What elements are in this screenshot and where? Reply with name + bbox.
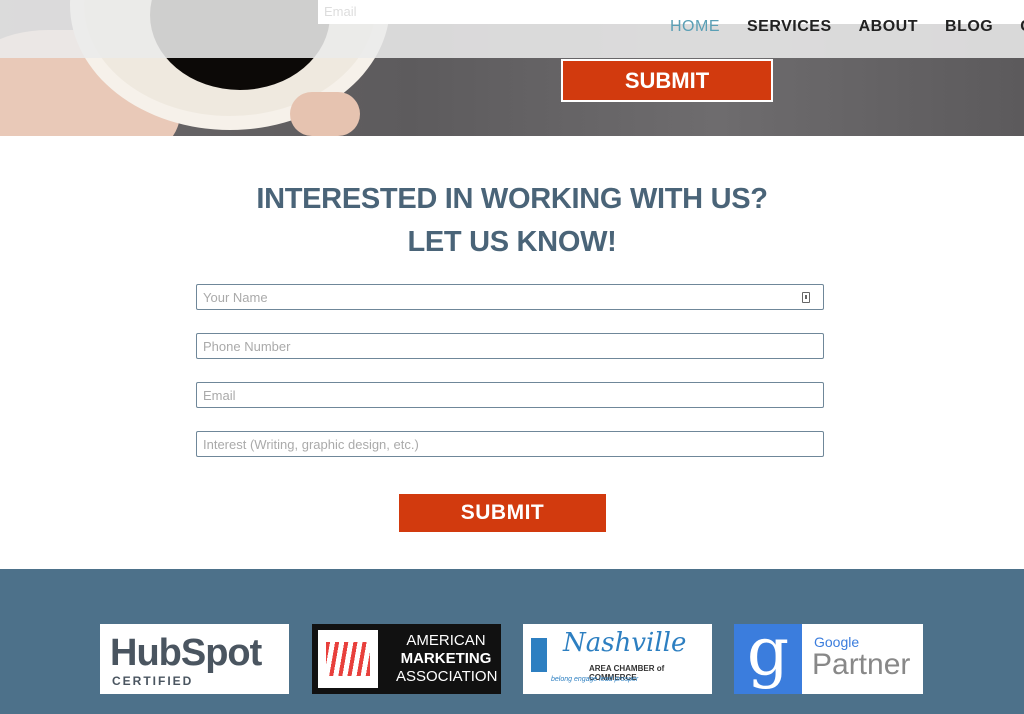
- google-partner-logo: g Google Partner: [734, 624, 923, 694]
- chamber-tagline: belong engage lead prosper: [551, 676, 639, 683]
- interest-input[interactable]: Interest (Writing, graphic design, etc.): [196, 431, 824, 457]
- nav-services[interactable]: SERVICES: [747, 18, 832, 36]
- name-input[interactable]: Your Name: [196, 284, 824, 310]
- nashville-wordmark: Nashville: [563, 628, 687, 658]
- hero-banner: Email HOME SERVICES ABOUT BLOG CO SUBMIT: [0, 0, 1024, 136]
- google-g-icon: g: [734, 624, 802, 694]
- hero-submit-button[interactable]: SUBMIT: [561, 59, 773, 102]
- page-title: INTERESTED IN WORKING WITH US? LET US KNO…: [0, 178, 1024, 264]
- partner-text: Partner: [812, 648, 911, 681]
- footer: HubSpot CERTIFIED AMERICAN MARKETING ASSOC…: [0, 569, 1024, 714]
- hubspot-wordmark: HubSpot: [110, 632, 262, 674]
- hubspot-logo: HubSpot CERTIFIED: [100, 624, 289, 694]
- ama-logo: AMERICAN MARKETING ASSOCIATION: [312, 624, 501, 694]
- thumb-image: [290, 92, 360, 136]
- main-nav: HOME SERVICES ABOUT BLOG CO: [670, 18, 1024, 36]
- phone-input[interactable]: Phone Number: [196, 333, 824, 359]
- heading-line-1: INTERESTED IN WORKING WITH US?: [256, 183, 768, 215]
- ama-wordmark: AMERICAN MARKETING ASSOCIATION: [396, 632, 498, 685]
- ama-mark-icon: [318, 630, 378, 688]
- heading-line-2: LET US KNOW!: [407, 226, 617, 258]
- nav-about[interactable]: ABOUT: [859, 18, 918, 36]
- name-placeholder: Your Name: [203, 290, 268, 305]
- hubspot-certified: CERTIFIED: [112, 674, 194, 688]
- nav-blog[interactable]: BLOG: [945, 18, 993, 36]
- contact-card-icon[interactable]: [802, 292, 810, 303]
- email-input[interactable]: Email: [196, 382, 824, 408]
- submit-button[interactable]: SUBMIT: [399, 494, 606, 532]
- nav-home[interactable]: HOME: [670, 18, 720, 36]
- nashville-chamber-logo: Nashville AREA CHAMBER of COMMERCE belon…: [523, 624, 712, 694]
- nashville-mark-icon: [531, 638, 547, 672]
- nav-contact[interactable]: CO: [1020, 18, 1024, 36]
